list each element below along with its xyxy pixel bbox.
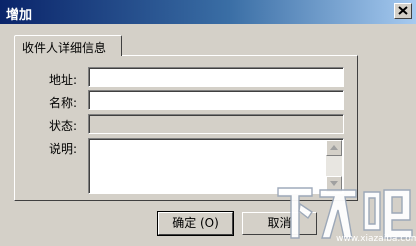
scroll-up-arrow-icon (330, 145, 338, 150)
status-label: 状态: (49, 119, 78, 133)
window-title: 增加 (6, 8, 33, 23)
scroll-up-button[interactable] (326, 140, 342, 156)
name-input[interactable] (88, 90, 344, 110)
address-input[interactable] (88, 67, 344, 87)
address-label: 地址: (49, 73, 78, 87)
close-button[interactable] (394, 3, 412, 19)
status-input (88, 114, 344, 134)
ok-button[interactable]: 确定 (O) (157, 211, 234, 236)
close-icon (398, 6, 408, 15)
tab-label: 收件人详细信息 (22, 41, 107, 55)
tab-recipient-details[interactable]: 收件人详细信息 (14, 35, 122, 56)
title-bar[interactable]: 增加 (0, 0, 416, 24)
name-label: 名称: (49, 96, 78, 110)
description-label: 说明: (49, 142, 78, 156)
watermark-url: www.xiazaiba.com (336, 234, 416, 244)
